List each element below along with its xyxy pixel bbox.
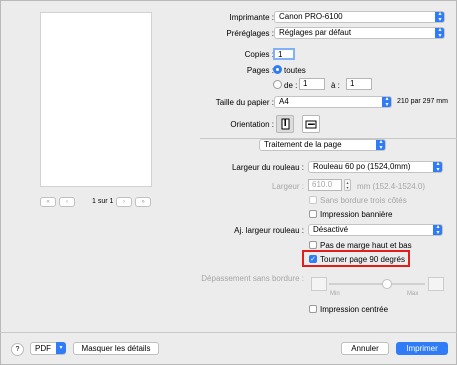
chevron-updown-icon: ▴ ▾: [433, 225, 442, 235]
centered-print-label: Impression centrée: [320, 305, 389, 314]
pdf-label: PDF: [35, 344, 51, 353]
presets-label: Préréglages :: [226, 29, 274, 38]
next-page-icon: ›: [123, 199, 125, 205]
overflow-max-icon: [428, 277, 444, 291]
rotate-90-label: Tourner page 90 degrés: [320, 255, 405, 264]
presets-value: Réglages par défaut: [279, 28, 352, 37]
pages-to-label: à :: [331, 81, 340, 90]
pages-from-label: de :: [284, 81, 298, 90]
first-page-button[interactable]: «: [40, 197, 56, 207]
centered-print-checkbox[interactable]: [309, 305, 317, 313]
first-page-icon: «: [46, 199, 50, 205]
cancel-button[interactable]: Annuler: [341, 342, 389, 355]
overflow-slider-track[interactable]: [329, 283, 425, 285]
roll-width-select[interactable]: Rouleau 60 po (1524,0mm) ▴ ▾: [308, 161, 443, 173]
copies-field[interactable]: 1: [273, 48, 295, 60]
help-button[interactable]: ?: [11, 343, 24, 356]
slider-max-label: Max: [407, 291, 419, 297]
portrait-orientation-button[interactable]: [276, 115, 294, 133]
footer-divider: [0, 332, 457, 333]
custom-width-stepper[interactable]: ▴ ▾: [344, 179, 351, 191]
banner-print-checkbox[interactable]: [309, 210, 317, 218]
paper-size-select[interactable]: A4 ▴ ▾: [274, 96, 392, 108]
roll-width-label: Largeur du rouleau :: [231, 163, 304, 172]
roll-adjust-value: Désactivé: [313, 225, 349, 234]
section-select[interactable]: Traitement de la page ▴ ▾: [259, 139, 386, 151]
custom-width-field[interactable]: 610.0: [308, 179, 342, 191]
roll-adjust-label: Aj. largeur rouleau :: [234, 226, 304, 235]
prev-page-button[interactable]: ‹: [59, 197, 75, 207]
checkmark-icon: ✓: [310, 256, 316, 263]
printer-label: Imprimante :: [229, 13, 274, 22]
next-page-button[interactable]: ›: [116, 197, 132, 207]
roll-width-value: Rouleau 60 po (1524,0mm): [313, 162, 411, 171]
landscape-orientation-button[interactable]: [302, 115, 320, 133]
three-sides-borderless-checkbox[interactable]: [309, 196, 317, 204]
chevron-down-icon: ▾: [56, 342, 66, 354]
custom-width-label: Largeur :: [271, 182, 304, 191]
chevron-updown-icon: ▴ ▾: [433, 162, 442, 172]
slider-min-label: Min: [330, 291, 340, 297]
portrait-icon: [281, 118, 290, 130]
paper-dimensions: 210 par 297 mm: [397, 98, 448, 105]
roll-adjust-select[interactable]: Désactivé ▴ ▾: [308, 224, 443, 236]
paper-size-value: A4: [279, 97, 289, 106]
paper-size-label: Taille du papier :: [215, 98, 274, 107]
page-counter: 1 sur 1: [92, 198, 114, 205]
pages-all-radio[interactable]: [273, 65, 282, 74]
pages-range-radio[interactable]: [273, 80, 282, 89]
hide-details-button[interactable]: Masquer les détails: [73, 342, 159, 355]
banner-print-label: Impression bannière: [320, 210, 393, 219]
presets-select[interactable]: Réglages par défaut ▴ ▾: [274, 27, 445, 39]
chevron-updown-icon: ▴ ▾: [435, 12, 444, 22]
orientation-label: Orientation :: [230, 120, 274, 129]
overflow-slider-thumb[interactable]: [382, 279, 392, 289]
pages-label: Pages :: [246, 66, 274, 75]
no-top-bottom-margin-label: Pas de marge haut et bas: [320, 241, 412, 250]
last-page-button[interactable]: »: [135, 197, 151, 207]
printer-select[interactable]: Canon PRO-6100 ▴ ▾: [274, 11, 445, 23]
chevron-updown-icon: ▴ ▾: [376, 140, 385, 150]
pdf-menu-button[interactable]: PDF ▾: [30, 342, 66, 355]
custom-width-unit: mm (152.4-1524.0): [357, 182, 426, 191]
rotate-90-checkbox[interactable]: ✓: [309, 255, 317, 263]
page-preview: [40, 12, 152, 187]
prev-page-icon: ‹: [66, 199, 68, 205]
printer-value: Canon PRO-6100: [279, 12, 343, 21]
pages-from-field[interactable]: 1: [299, 78, 325, 90]
section-value: Traitement de la page: [264, 140, 342, 149]
three-sides-borderless-label: Sans bordure trois côtés: [320, 196, 407, 205]
pages-to-field[interactable]: 1: [346, 78, 372, 90]
pages-all-label: toutes: [284, 66, 306, 75]
borderless-overflow-label: Dépassement sans bordure :: [201, 274, 304, 283]
last-page-icon: »: [141, 199, 145, 205]
landscape-icon: [305, 120, 317, 129]
copies-label: Copies :: [244, 50, 274, 59]
chevron-updown-icon: ▴ ▾: [382, 97, 391, 107]
print-button[interactable]: Imprimer: [396, 342, 448, 355]
no-top-bottom-margin-checkbox[interactable]: [309, 241, 317, 249]
overflow-min-icon: [311, 277, 327, 291]
chevron-updown-icon: ▴ ▾: [435, 28, 444, 38]
